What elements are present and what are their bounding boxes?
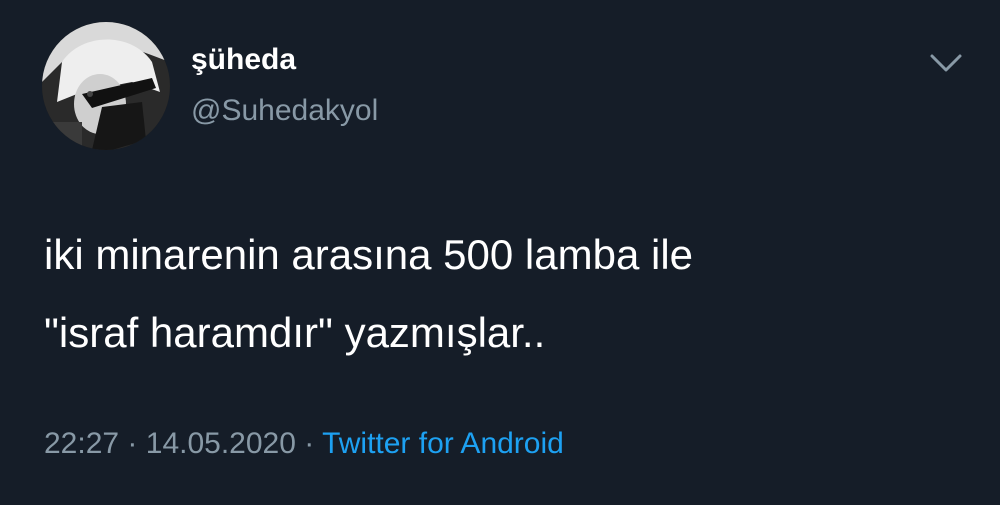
tweet-text-line: "israf haramdır" yazmışlar..	[44, 309, 546, 356]
profile-photo-icon	[42, 22, 170, 150]
tweet-date: 14.05.2020	[145, 427, 296, 460]
chevron-down-icon[interactable]	[928, 48, 964, 78]
tweet-source-link[interactable]: Twitter for Android	[322, 427, 564, 460]
user-handle[interactable]: @Suhedakyol	[191, 93, 378, 129]
meta-separator: ·	[304, 427, 315, 460]
meta-separator: ·	[127, 427, 138, 460]
display-name[interactable]: şüheda	[191, 42, 296, 78]
tweet-text: iki minarenin arasına 500 lamba ile "isr…	[44, 216, 944, 372]
tweet-text-line: iki minarenin arasına 500 lamba ile	[44, 231, 694, 278]
tweet-meta: 22:27 · 14.05.2020 · Twitter for Android	[44, 424, 564, 464]
tweet-card: şüheda @Suhedakyol iki minarenin arasına…	[0, 0, 1000, 505]
tweet-time: 22:27	[44, 427, 120, 460]
avatar[interactable]	[42, 22, 170, 150]
